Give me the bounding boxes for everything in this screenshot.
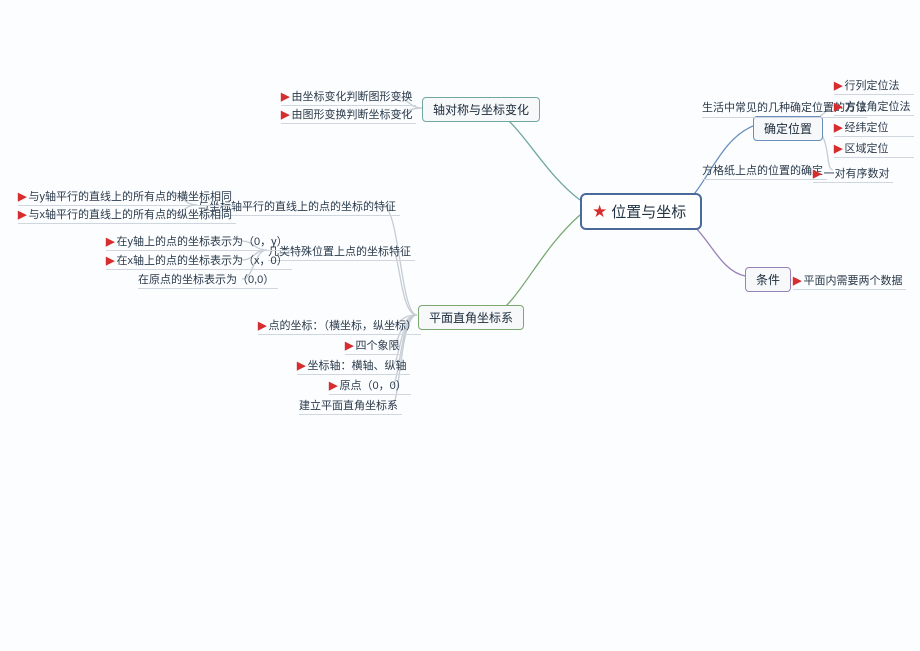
topic-cartesian-system[interactable]: 平面直角坐标系 bbox=[418, 305, 524, 330]
arrow-icon: ▶ bbox=[106, 235, 114, 248]
leaf-quadrants[interactable]: ▶四个象限 bbox=[345, 336, 403, 355]
arrow-icon: ▶ bbox=[281, 108, 289, 121]
leaf-ordered-pair[interactable]: ▶一对有序数对 bbox=[813, 164, 893, 183]
leaf-parallel-x[interactable]: ▶与x轴平行的直线上的所有点的纵坐标相同 bbox=[18, 205, 236, 224]
arrow-icon: ▶ bbox=[345, 339, 353, 352]
arrow-icon: ▶ bbox=[834, 142, 842, 155]
arrow-icon: ▶ bbox=[281, 90, 289, 103]
leaf-parallel-y[interactable]: ▶与y轴平行的直线上的所有点的横坐标相同 bbox=[18, 187, 236, 206]
leaf-shape-to-coord[interactable]: ▶由图形变换判断坐标变化 bbox=[281, 105, 416, 124]
arrow-icon: ▶ bbox=[813, 167, 821, 180]
arrow-icon: ▶ bbox=[329, 379, 337, 392]
arrow-icon: ▶ bbox=[793, 274, 801, 287]
arrow-icon: ▶ bbox=[834, 100, 842, 113]
arrow-icon: ▶ bbox=[834, 79, 842, 92]
leaf-region[interactable]: ▶区域定位 bbox=[834, 139, 914, 158]
leaf-on-x-axis[interactable]: ▶在x轴上的点的坐标表示为（x，0） bbox=[106, 251, 292, 270]
methods-group: ▶行列定位法 ▶方位角定位法 ▶经纬定位 ▶区域定位 bbox=[834, 76, 914, 158]
leaf-row-col[interactable]: ▶行列定位法 bbox=[834, 76, 914, 95]
arrow-icon: ▶ bbox=[18, 208, 26, 221]
arrow-icon: ▶ bbox=[297, 359, 305, 372]
topic-condition[interactable]: 条件 bbox=[745, 267, 791, 292]
leaf-bearing[interactable]: ▶方位角定位法 bbox=[834, 97, 914, 116]
leaf-on-y-axis[interactable]: ▶在y轴上的点的坐标表示为（0，y） bbox=[106, 232, 292, 251]
arrow-icon: ▶ bbox=[18, 190, 26, 203]
leaf-origin[interactable]: ▶原点（0，0） bbox=[329, 376, 411, 395]
arrow-icon: ▶ bbox=[834, 121, 842, 134]
leaf-build-system[interactable]: 建立平面直角坐标系 bbox=[299, 396, 402, 415]
leaf-latlon[interactable]: ▶经纬定位 bbox=[834, 118, 914, 137]
center-node[interactable]: ★ 位置与坐标 bbox=[580, 193, 702, 230]
center-title: 位置与坐标 bbox=[611, 201, 686, 222]
leaf-grid-paper-point[interactable]: 方格纸上点的位置的确定 bbox=[702, 161, 827, 180]
leaf-at-origin[interactable]: 在原点的坐标表示为（0,0） bbox=[138, 270, 278, 289]
arrow-icon: ▶ bbox=[106, 254, 114, 267]
topic-axis-symmetry[interactable]: 轴对称与坐标变化 bbox=[422, 97, 540, 122]
leaf-point-coord[interactable]: ▶点的坐标：（横坐标，纵坐标） bbox=[258, 316, 421, 335]
leaf-two-data[interactable]: ▶平面内需要两个数据 bbox=[793, 271, 906, 290]
topic-determine-position[interactable]: 确定位置 bbox=[753, 116, 823, 141]
arrow-icon: ▶ bbox=[258, 319, 266, 332]
leaf-coord-to-shape[interactable]: ▶由坐标变化判断图形变换 bbox=[281, 87, 416, 106]
star-icon: ★ bbox=[592, 203, 607, 220]
leaf-axes[interactable]: ▶坐标轴：横轴、纵轴 bbox=[297, 356, 410, 375]
